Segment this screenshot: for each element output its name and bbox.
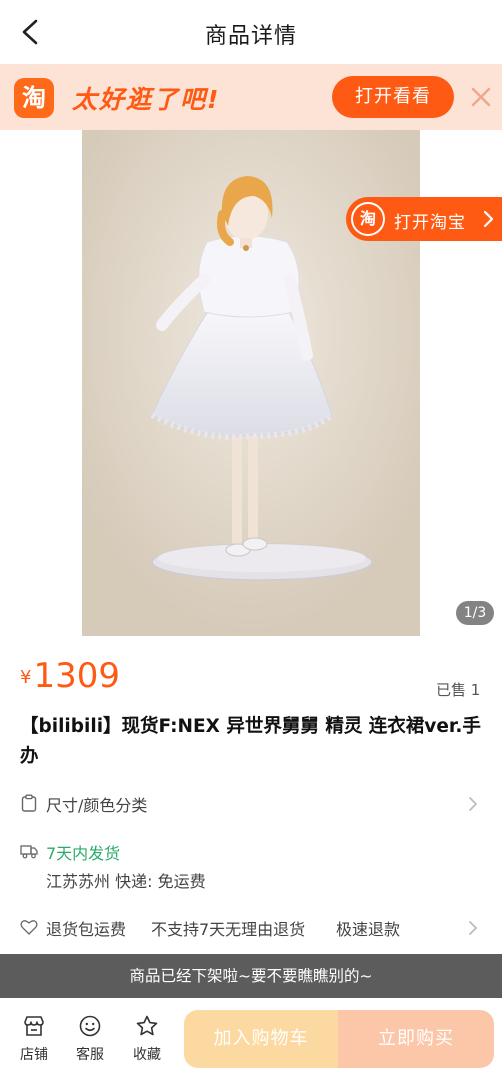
image-counter: 1/3: [456, 601, 494, 625]
price: ¥1309: [20, 656, 120, 696]
taobao-logo-icon: 淘: [14, 78, 54, 118]
product-title: 【bilibili】现货F:NEX 异世界舅舅 精灵 连衣裙ver.手办: [20, 716, 481, 767]
chevron-right-icon: [483, 210, 494, 228]
open-app-button[interactable]: 打开看看: [332, 76, 454, 118]
heart-icon: [20, 920, 38, 935]
guarantee-item: 退货包运费: [46, 920, 127, 939]
truck-icon: [20, 845, 38, 859]
sku-label: 尺寸/颜色分类: [46, 796, 148, 815]
guarantee-item: 极速退款: [336, 920, 401, 939]
guarantee-item: 不支持7天无理由退货: [151, 920, 306, 939]
guarantee-row[interactable]: 退货包运费 不支持7天无理由退货 极速退款: [0, 914, 502, 940]
shipping-origin: 江苏苏州 快递: 免运费: [46, 872, 206, 891]
chevron-right-icon: [469, 921, 477, 935]
shop-label: 店铺: [20, 1047, 48, 1063]
sold-count: 已售 1: [436, 681, 481, 699]
close-icon[interactable]: [470, 86, 492, 108]
banner-slogan: 太好逛了吧!: [72, 85, 221, 114]
clipboard-icon: [21, 794, 37, 812]
open-taobao-label: 打开淘宝: [394, 213, 466, 233]
open-taobao-button[interactable]: 淘 打开淘宝: [346, 197, 502, 241]
app-promo-banner: 淘 太好逛了吧! 打开看看: [0, 64, 502, 130]
favorite-button[interactable]: 收藏: [125, 1014, 169, 1064]
page-title: 商品详情: [204, 24, 297, 49]
shop-button[interactable]: 店铺: [12, 1014, 56, 1064]
off-shelf-notice: 商品已经下架啦~要不要瞧瞧别的~: [0, 954, 502, 998]
smile-icon: [79, 1015, 101, 1037]
currency-symbol: ¥: [20, 667, 32, 688]
star-icon: [136, 1015, 158, 1036]
bottom-toolbar: 店铺 客服 收藏 加入购物车 立即购买: [0, 998, 502, 1078]
price-value: 1309: [33, 656, 120, 696]
favorite-label: 收藏: [133, 1047, 161, 1063]
customer-service-label: 客服: [76, 1047, 104, 1063]
shop-icon: [24, 1016, 44, 1036]
shipping-row: 7天内发货 江苏苏州 快递: 免运费: [0, 838, 502, 892]
sku-selector-row[interactable]: 尺寸/颜色分类: [0, 790, 502, 816]
chevron-right-icon: [469, 797, 477, 811]
buy-now-button[interactable]: 立即购买: [338, 1010, 494, 1068]
taobao-badge-icon: 淘: [351, 202, 385, 236]
customer-service-button[interactable]: 客服: [68, 1014, 112, 1064]
dispatch-time: 7天内发货: [46, 844, 121, 863]
navigation-bar: 商品详情: [0, 0, 502, 64]
add-to-cart-button[interactable]: 加入购物车: [184, 1010, 338, 1068]
